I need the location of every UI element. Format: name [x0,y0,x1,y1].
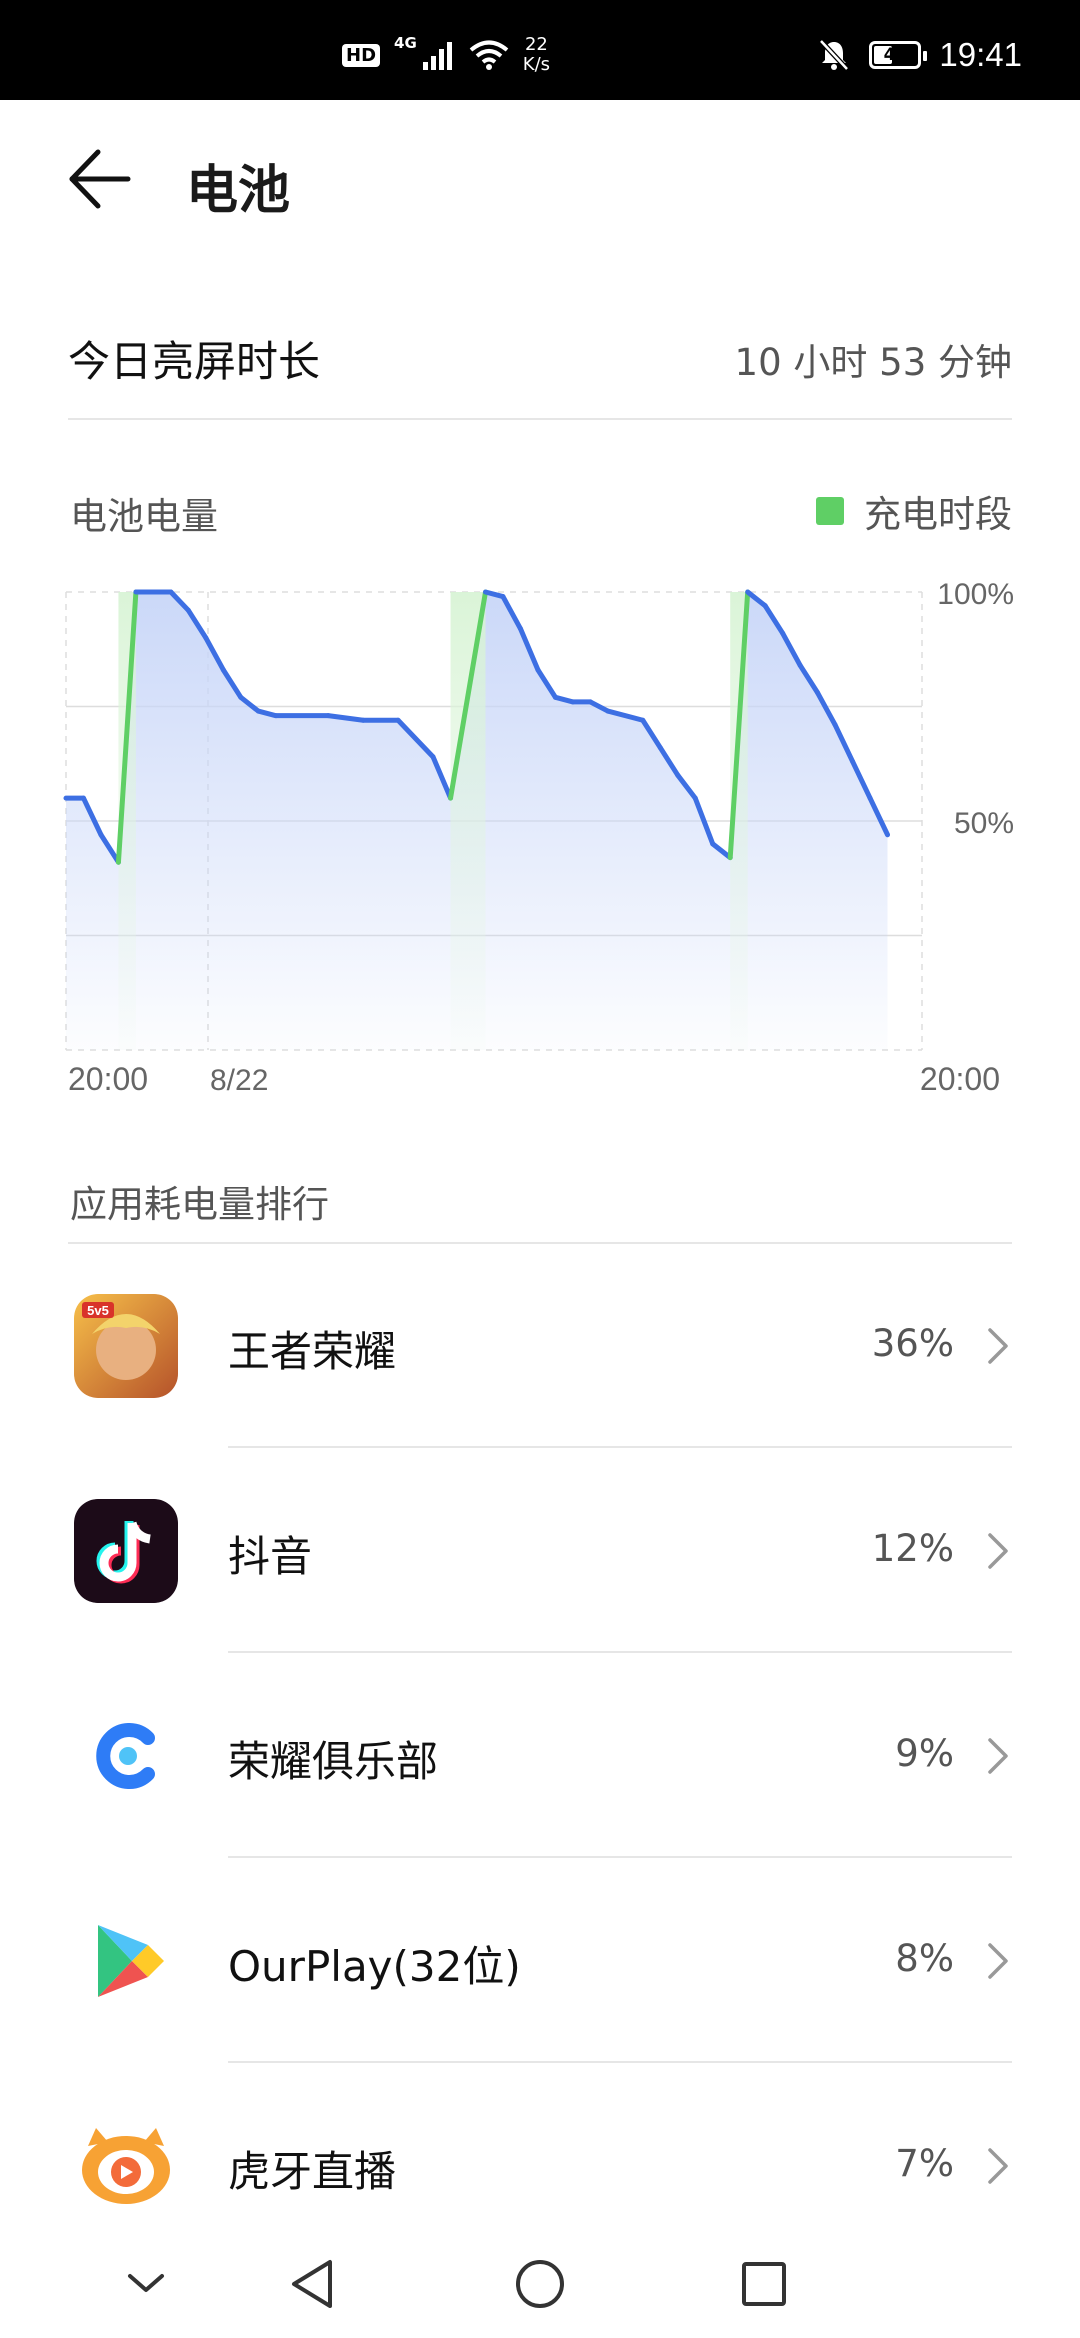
x-tick-label: 20:00 [68,1061,148,1097]
app-percent: 12% [871,1527,954,1570]
chevron-right-icon [988,1328,1008,1364]
svg-text:5v5: 5v5 [87,1303,109,1318]
chevron-right-icon [988,1533,1008,1569]
app-percent: 8% [895,1937,954,1980]
x-tick-label: 8/22 [210,1064,268,1097]
app-row[interactable]: 抖音 12% [0,1449,1080,1653]
app-row[interactable]: 荣耀俱乐部 9% [0,1654,1080,1858]
back-triangle-icon[interactable] [282,2252,346,2316]
honor-of-kings-icon: 5v5 [74,1294,178,1398]
honor-club-icon [74,1704,178,1808]
app-percent: 9% [895,1732,954,1775]
chevron-right-icon [988,1738,1008,1774]
row-divider [228,1856,1012,1858]
battery-chart: 100% 50% 20:00 8/22 20:00 [63,578,1014,1097]
home-circle-icon[interactable] [508,2252,572,2316]
app-name: 王者荣耀 [228,1327,397,1376]
charging-band [450,592,486,1050]
app-percent: 7% [895,2142,954,2185]
ourplay-icon [74,1909,178,2013]
douyin-icon [74,1499,178,1603]
app-name: 荣耀俱乐部 [228,1737,439,1786]
ranking-title: 应用耗电量排行 [70,1183,329,1226]
huya-icon [74,2114,178,2218]
y-tick-label: 100% [937,578,1014,611]
app-row[interactable]: 5v5 王者荣耀 36% [0,1244,1080,1448]
navigation-bar [0,2230,1080,2338]
recents-square-icon[interactable] [732,2252,796,2316]
collapse-chevron-icon[interactable] [114,2252,178,2316]
app-name: 抖音 [228,1532,313,1581]
row-divider [228,1651,1012,1653]
app-name: OurPlay(32位) [228,1942,521,1991]
row-divider [228,2061,1012,2063]
row-divider [228,1446,1012,1448]
chevron-right-icon [988,1943,1008,1979]
app-name: 虎牙直播 [228,2147,397,2196]
chevron-right-icon [988,2148,1008,2184]
x-tick-label: 20:00 [920,1061,1000,1097]
y-tick-label: 50% [954,807,1014,840]
app-percent: 36% [871,1322,954,1365]
app-row[interactable]: OurPlay(32位) 8% [0,1859,1080,2063]
